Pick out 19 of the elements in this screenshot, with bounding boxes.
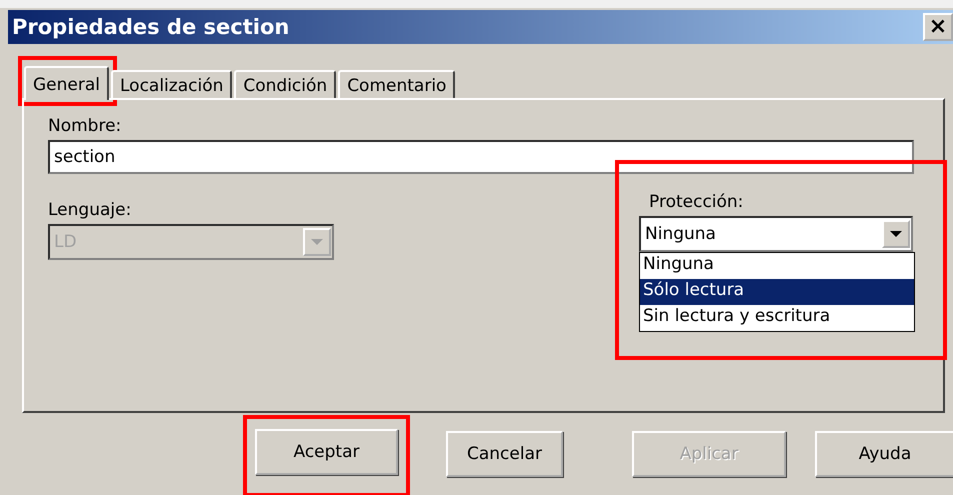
field-label: Lenguaje: [48, 200, 132, 220]
caret-icon [303, 228, 331, 256]
protection-dropdown[interactable]: Ninguna [639, 216, 913, 252]
close-button[interactable]: × [923, 13, 953, 41]
dialog-button[interactable]: Cancelar [446, 431, 563, 477]
tab[interactable]: Condición [234, 70, 336, 98]
dialog-button[interactable]: Ayuda [815, 431, 953, 477]
field-label: Nombre: [48, 116, 122, 136]
dropdown-option[interactable]: Ninguna [640, 253, 914, 279]
name-field[interactable]: section [48, 140, 914, 174]
caret-icon [882, 220, 910, 248]
dialog-button[interactable]: Aceptar [255, 429, 398, 475]
field-label: Protección: [649, 192, 744, 212]
window-title: Propiedades de section [11, 15, 290, 39]
tab[interactable]: Comentario [338, 70, 456, 98]
dropdown-option[interactable]: Sólo lectura [640, 279, 914, 305]
dropdown-option[interactable]: Sin lectura y escritura [640, 305, 914, 331]
tab[interactable]: General [24, 66, 109, 100]
tab[interactable]: Localización [111, 70, 232, 98]
